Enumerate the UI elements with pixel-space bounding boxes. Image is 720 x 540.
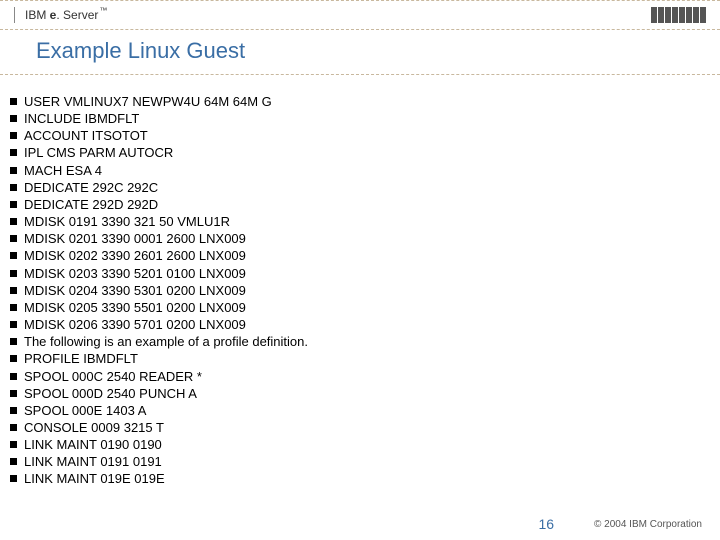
list-item-text: MDISK 0191 3390 321 50 VMLU1R: [24, 213, 230, 230]
list-item: MDISK 0206 3390 5701 0200 LNX009: [10, 316, 710, 333]
list-item-text: MDISK 0206 3390 5701 0200 LNX009: [24, 316, 246, 333]
bullet-icon: [10, 458, 17, 465]
list-item-text: MDISK 0204 3390 5301 0200 LNX009: [24, 282, 246, 299]
bullet-icon: [10, 287, 17, 294]
list-item-text: MDISK 0205 3390 5501 0200 LNX009: [24, 299, 246, 316]
bullet-icon: [10, 235, 17, 242]
list-item: MDISK 0202 3390 2601 2600 LNX009: [10, 247, 710, 264]
list-item: LINK MAINT 0191 0191: [10, 453, 710, 470]
bullet-icon: [10, 149, 17, 156]
bullet-icon: [10, 321, 17, 328]
bullet-icon: [10, 270, 17, 277]
list-item: MDISK 0191 3390 321 50 VMLU1R: [10, 213, 710, 230]
bullet-icon: [10, 407, 17, 414]
list-item-text: DEDICATE 292D 292D: [24, 196, 158, 213]
list-item-text: LINK MAINT 0190 0190: [24, 436, 162, 453]
slide-footer: 16 © 2004 IBM Corporation: [0, 516, 720, 532]
list-item: CONSOLE 0009 3215 T: [10, 419, 710, 436]
list-item-text: INCLUDE IBMDFLT: [24, 110, 139, 127]
trademark-icon: ™: [99, 6, 107, 15]
list-item: LINK MAINT 0190 0190: [10, 436, 710, 453]
list-item-text: The following is an example of a profile…: [24, 333, 308, 350]
bullet-icon: [10, 132, 17, 139]
page-number: 16: [538, 516, 594, 532]
bullet-icon: [10, 98, 17, 105]
slide-body: USER VMLINUX7 NEWPW4U 64M 64M GINCLUDE I…: [0, 75, 720, 488]
list-item: DEDICATE 292D 292D: [10, 196, 710, 213]
list-item-text: SPOOL 000D 2540 PUNCH A: [24, 385, 197, 402]
bullet-icon: [10, 355, 17, 362]
list-item-text: DEDICATE 292C 292C: [24, 179, 158, 196]
list-item-text: CONSOLE 0009 3215 T: [24, 419, 164, 436]
bullet-icon: [10, 201, 17, 208]
list-item: SPOOL 000D 2540 PUNCH A: [10, 385, 710, 402]
list-item-text: PROFILE IBMDFLT: [24, 350, 138, 367]
bullet-icon: [10, 338, 17, 345]
list-item-text: SPOOL 000C 2540 READER *: [24, 368, 202, 385]
list-item-text: MDISK 0201 3390 0001 2600 LNX009: [24, 230, 246, 247]
list-item: ACCOUNT ITSOTOT: [10, 127, 710, 144]
header-divider: [14, 7, 15, 23]
bullet-icon: [10, 184, 17, 191]
list-item: MACH ESA 4: [10, 162, 710, 179]
list-item-text: MDISK 0202 3390 2601 2600 LNX009: [24, 247, 246, 264]
list-item-text: MACH ESA 4: [24, 162, 102, 179]
list-item: MDISK 0203 3390 5201 0100 LNX009: [10, 265, 710, 282]
bullet-icon: [10, 390, 17, 397]
list-item-text: LINK MAINT 0191 0191: [24, 453, 162, 470]
list-item: SPOOL 000C 2540 READER *: [10, 368, 710, 385]
list-item-text: SPOOL 000E 1403 A: [24, 402, 146, 419]
bullet-icon: [10, 373, 17, 380]
slide-header: IBM e. Server™: [0, 0, 720, 30]
brand-suffix: . Server: [56, 8, 98, 22]
list-item: DEDICATE 292C 292C: [10, 179, 710, 196]
bullet-icon: [10, 115, 17, 122]
slide-title: Example Linux Guest: [36, 38, 720, 64]
bullet-icon: [10, 424, 17, 431]
list-item: MDISK 0204 3390 5301 0200 LNX009: [10, 282, 710, 299]
list-item-text: LINK MAINT 019E 019E: [24, 470, 165, 487]
list-item-text: USER VMLINUX7 NEWPW4U 64M 64M G: [24, 93, 272, 110]
config-list: USER VMLINUX7 NEWPW4U 64M 64M GINCLUDE I…: [10, 93, 710, 488]
brand-text: IBM e. Server™: [25, 8, 106, 22]
list-item: MDISK 0201 3390 0001 2600 LNX009: [10, 230, 710, 247]
brand-prefix: IBM: [25, 8, 50, 22]
list-item: IPL CMS PARM AUTOCR: [10, 144, 710, 161]
ibm-logo-icon: [651, 7, 706, 23]
list-item-text: IPL CMS PARM AUTOCR: [24, 144, 173, 161]
list-item: INCLUDE IBMDFLT: [10, 110, 710, 127]
list-item: MDISK 0205 3390 5501 0200 LNX009: [10, 299, 710, 316]
bullet-icon: [10, 441, 17, 448]
list-item-text: ACCOUNT ITSOTOT: [24, 127, 148, 144]
bullet-icon: [10, 304, 17, 311]
bullet-icon: [10, 252, 17, 259]
list-item: LINK MAINT 019E 019E: [10, 470, 710, 487]
title-section: Example Linux Guest: [0, 30, 720, 75]
bullet-icon: [10, 475, 17, 482]
list-item: PROFILE IBMDFLT: [10, 350, 710, 367]
list-item: SPOOL 000E 1403 A: [10, 402, 710, 419]
bullet-icon: [10, 167, 17, 174]
list-item-text: MDISK 0203 3390 5201 0100 LNX009: [24, 265, 246, 282]
list-item: USER VMLINUX7 NEWPW4U 64M 64M G: [10, 93, 710, 110]
copyright: © 2004 IBM Corporation: [594, 519, 702, 530]
bullet-icon: [10, 218, 17, 225]
list-item: The following is an example of a profile…: [10, 333, 710, 350]
